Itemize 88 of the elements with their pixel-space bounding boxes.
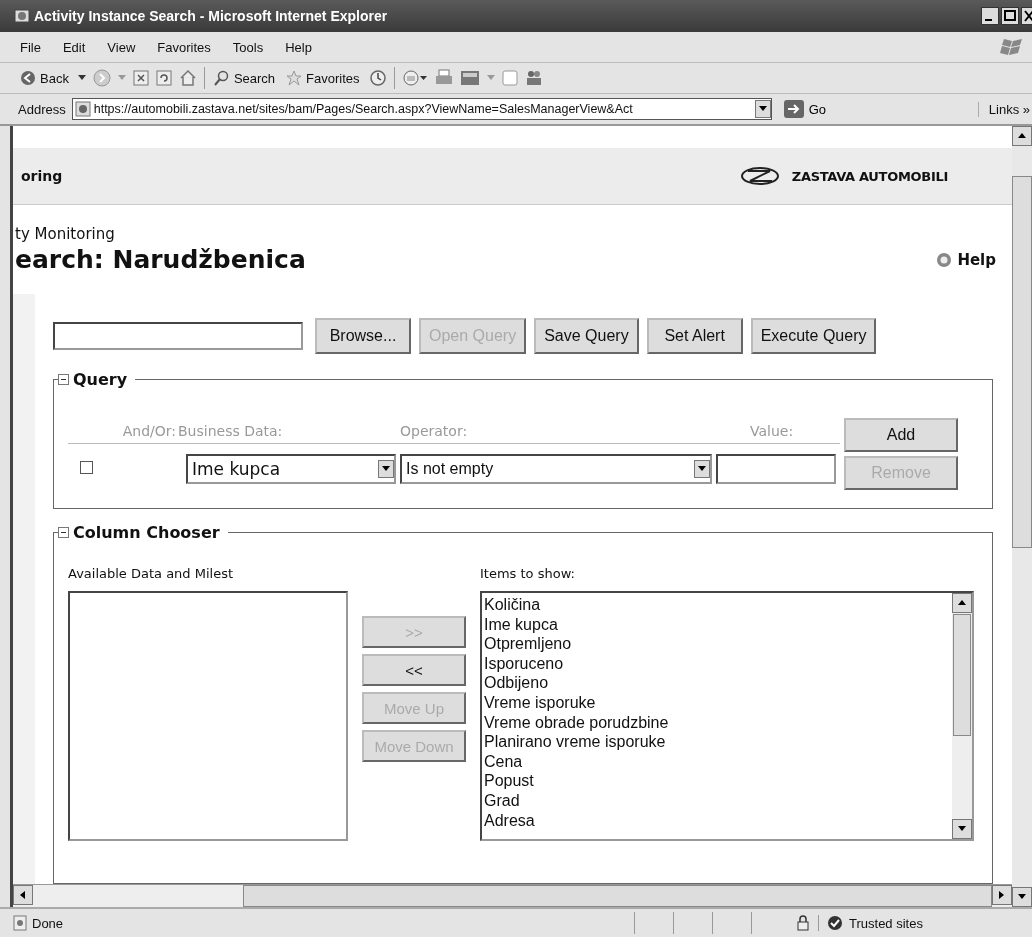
- stop-icon[interactable]: [132, 70, 149, 86]
- page-title: earch: Narudžbenica: [14, 245, 306, 274]
- list-item[interactable]: Planirano vreme isporuke: [484, 732, 952, 752]
- business-data-dropdown[interactable]: Ime kupca: [186, 454, 396, 484]
- status-text: Done: [0, 915, 632, 931]
- favorites-button[interactable]: Favorites: [284, 70, 362, 86]
- messenger-icon[interactable]: [524, 69, 543, 87]
- file-path-field[interactable]: [53, 322, 303, 350]
- horizontal-scrollbar[interactable]: [13, 884, 1012, 907]
- security-zone: Trusted sites: [818, 915, 923, 931]
- history-icon[interactable]: [368, 69, 387, 87]
- menu-item[interactable]: Edit: [62, 39, 86, 55]
- list-item[interactable]: Odbijeno: [484, 673, 952, 693]
- back-button[interactable]: Back: [18, 70, 71, 86]
- collapse-icon[interactable]: [58, 527, 69, 538]
- scroll-up-icon[interactable]: [1012, 126, 1032, 146]
- vertical-scrollbar[interactable]: [1012, 126, 1032, 907]
- close-icon[interactable]: [1021, 7, 1032, 25]
- scrollbar-thumb[interactable]: [243, 885, 992, 907]
- list-item[interactable]: Adresa: [484, 810, 952, 831]
- search-button[interactable]: Search: [211, 70, 278, 86]
- section-title: Query: [73, 370, 128, 389]
- scrollbar[interactable]: [952, 593, 972, 839]
- items-list[interactable]: Količina Ime kupca Otpremljeno Isporuceno Odbijeno Vreme isporuke Vreme obrade porudzbine Planirano vreme isporuke Cena Popust Grad Adresa: [480, 591, 974, 841]
- list-item[interactable]: Popust: [484, 771, 952, 791]
- list-item[interactable]: Grad: [484, 790, 952, 811]
- move-button[interactable]: <<: [362, 654, 466, 686]
- star-icon: [286, 70, 303, 86]
- query-button[interactable]: Save Query: [534, 318, 639, 354]
- query-button[interactable]: Browse...: [315, 318, 411, 354]
- scrollbar-thumb[interactable]: [953, 614, 971, 736]
- page-icon: [74, 101, 91, 117]
- scroll-up-icon[interactable]: [952, 593, 972, 613]
- menu-item[interactable]: File: [20, 39, 41, 55]
- minimize-icon[interactable]: [981, 7, 999, 25]
- maximize-icon[interactable]: [1001, 7, 1019, 25]
- menu-item[interactable]: Help: [285, 39, 312, 55]
- menu-item[interactable]: Tools: [232, 39, 264, 55]
- section-title: Column Chooser: [73, 523, 220, 542]
- scrollbar-thumb[interactable]: [1012, 176, 1032, 548]
- query-button[interactable]: Execute Query: [750, 318, 877, 354]
- list-item[interactable]: Cena: [484, 751, 952, 772]
- list-item[interactable]: Ime kupca: [484, 614, 952, 635]
- add-button[interactable]: Add: [844, 418, 958, 452]
- browser-icon: [14, 8, 30, 24]
- window-title: Activity Instance Search - Microsoft Internet Explorer: [34, 8, 389, 24]
- column-header: Value:: [716, 397, 840, 444]
- address-label: Address: [18, 101, 66, 117]
- scroll-down-icon[interactable]: [952, 819, 972, 839]
- available-list[interactable]: [68, 591, 348, 841]
- list-item[interactable]: Vreme isporuke: [484, 692, 952, 713]
- search-icon: [213, 70, 230, 86]
- help-link[interactable]: Help: [936, 250, 996, 269]
- dropdown-arrow-icon[interactable]: [77, 75, 86, 81]
- forward-icon[interactable]: [92, 69, 111, 87]
- operator-dropdown[interactable]: Is not empty: [400, 454, 712, 484]
- scroll-down-icon[interactable]: [1012, 887, 1032, 907]
- checkbox[interactable]: [80, 461, 93, 474]
- lock-icon: [796, 915, 810, 931]
- list-item[interactable]: Količina: [484, 595, 952, 615]
- address-field[interactable]: https://automobili.zastava.net/sites/bam/Pages/Search.aspx?ViewName=SalesManagerView&Act: [71, 98, 772, 120]
- list-item[interactable]: Otpremljeno: [484, 634, 952, 654]
- list-item[interactable]: Vreme obrade porudzbine: [484, 712, 952, 733]
- query-button[interactable]: Set Alert: [646, 318, 743, 354]
- logo: ZASTAVA AUTOMOBILI: [739, 166, 948, 186]
- page-icon: [12, 915, 28, 931]
- help-icon: [936, 251, 953, 268]
- menu-item[interactable]: View: [107, 39, 136, 55]
- menu-item[interactable]: Favorites: [157, 39, 211, 55]
- column-header: Operator:: [400, 397, 716, 444]
- list-label: Available Data and Milest: [68, 566, 235, 581]
- column-header: Business Data:: [178, 397, 400, 444]
- value-field[interactable]: [716, 454, 836, 484]
- mail-icon[interactable]: [401, 69, 428, 87]
- column-header: And/Or:: [68, 397, 178, 444]
- collapse-icon[interactable]: [58, 374, 69, 385]
- check-icon: [827, 915, 843, 931]
- list-label: Items to show:: [480, 566, 576, 581]
- scroll-left-icon[interactable]: [13, 885, 33, 905]
- go-button[interactable]: Go: [777, 100, 833, 118]
- refresh-icon[interactable]: [155, 70, 172, 86]
- breadcrumb[interactable]: ty Monitoring: [13, 205, 1012, 243]
- printer-icon[interactable]: [434, 69, 453, 87]
- links-button[interactable]: Links »: [977, 101, 1030, 117]
- site-title: oring: [21, 168, 63, 184]
- home-icon[interactable]: [178, 70, 197, 86]
- list-item[interactable]: Isporuceno: [484, 653, 952, 674]
- scroll-right-icon[interactable]: [992, 885, 1012, 905]
